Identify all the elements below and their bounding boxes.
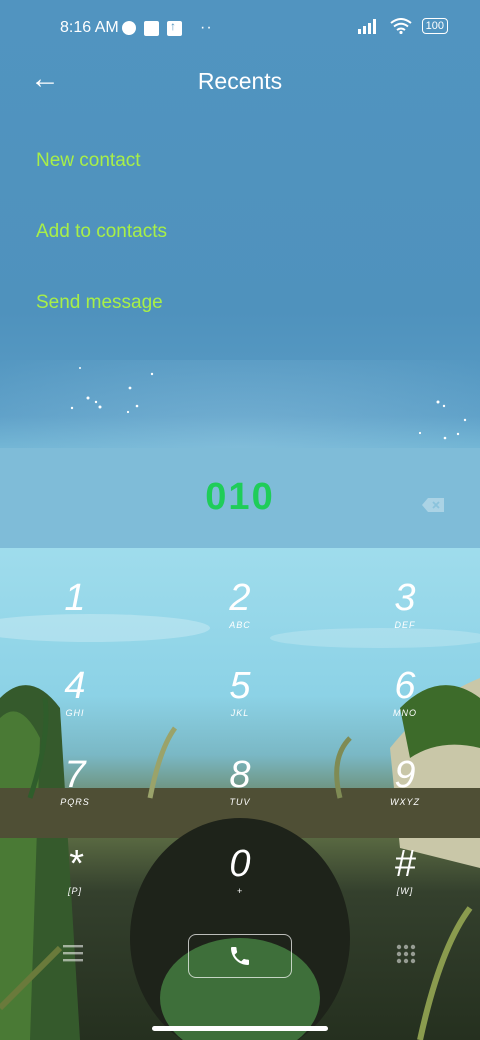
- key-digit: #: [394, 843, 416, 885]
- home-indicator[interactable]: [152, 1026, 328, 1031]
- dialed-number: 010: [205, 476, 275, 518]
- battery-icon: 100: [421, 18, 448, 34]
- key-0[interactable]: 0 +: [190, 844, 290, 920]
- key-star[interactable]: * [P]: [25, 844, 125, 920]
- key-7[interactable]: 7 PQRS: [25, 755, 125, 831]
- new-contact-option[interactable]: New contact: [36, 150, 141, 172]
- key-3[interactable]: 3 DEF: [355, 578, 455, 654]
- key-1[interactable]: 1: [25, 578, 125, 654]
- key-5[interactable]: 5 JKL: [190, 666, 290, 742]
- key-6[interactable]: 6 MNO: [355, 666, 455, 742]
- key-letters: PQRS: [60, 797, 90, 807]
- number-display: 010: [0, 448, 480, 548]
- key-hash[interactable]: # [W]: [355, 844, 455, 920]
- backspace-icon[interactable]: [422, 498, 444, 512]
- key-letters: GHI: [65, 708, 85, 718]
- key-2[interactable]: 2 ABC: [190, 578, 290, 654]
- key-digit: 9: [394, 754, 416, 796]
- key-letters: MNO: [393, 708, 417, 718]
- key-letters: [P]: [67, 886, 82, 896]
- signal-icon: [357, 19, 376, 34]
- key-digit: 0: [229, 843, 251, 885]
- key-digit: 6: [394, 665, 416, 707]
- call-button[interactable]: [188, 934, 292, 978]
- status-bar: 8:16 AM ·· 100: [0, 0, 480, 56]
- data-saver-icon: [122, 21, 136, 35]
- sparkles-decoration: [70, 367, 467, 440]
- key-digit: 3: [394, 577, 416, 619]
- key-letters: WXYZ: [390, 797, 420, 807]
- menu-icon[interactable]: [63, 944, 83, 962]
- status-time: 8:16 AM: [60, 19, 119, 36]
- key-digit: 4: [64, 665, 86, 707]
- key-digit: 7: [64, 754, 86, 796]
- key-letters: +: [236, 886, 244, 896]
- phone-icon: [231, 947, 249, 965]
- key-digit: *: [67, 843, 83, 885]
- key-letters: TUV: [229, 797, 251, 807]
- key-letters: [W]: [396, 886, 414, 896]
- key-8[interactable]: 8 TUV: [190, 755, 290, 831]
- key-letters: ABC: [229, 620, 251, 630]
- app-bar: ← Recents: [0, 56, 480, 106]
- page-title: Recents: [197, 68, 283, 94]
- key-digit: 2: [229, 577, 251, 619]
- wifi-icon: [390, 18, 412, 34]
- key-digit: 5: [229, 665, 251, 707]
- add-to-contacts-option[interactable]: Add to contacts: [36, 221, 167, 243]
- notification-icon: [144, 20, 159, 36]
- key-9[interactable]: 9 WXYZ: [355, 755, 455, 831]
- send-message-option[interactable]: Send message: [36, 292, 163, 314]
- keypad-toggle-icon[interactable]: [396, 944, 416, 964]
- upload-icon: [167, 19, 182, 36]
- key-letters: JKL: [230, 708, 250, 718]
- system-icons: 100: [357, 18, 448, 34]
- notification-icons: ··: [122, 19, 213, 37]
- key-letters: DEF: [394, 620, 416, 630]
- key-digit: 1: [64, 577, 86, 619]
- key-digit: 8: [229, 754, 251, 796]
- dialer-screen: 8:16 AM ·· 100 ← Recents: [0, 0, 480, 1040]
- more-notifications-icon: ··: [200, 19, 213, 36]
- background-scene-top: [0, 360, 480, 450]
- key-4[interactable]: 4 GHI: [25, 666, 125, 742]
